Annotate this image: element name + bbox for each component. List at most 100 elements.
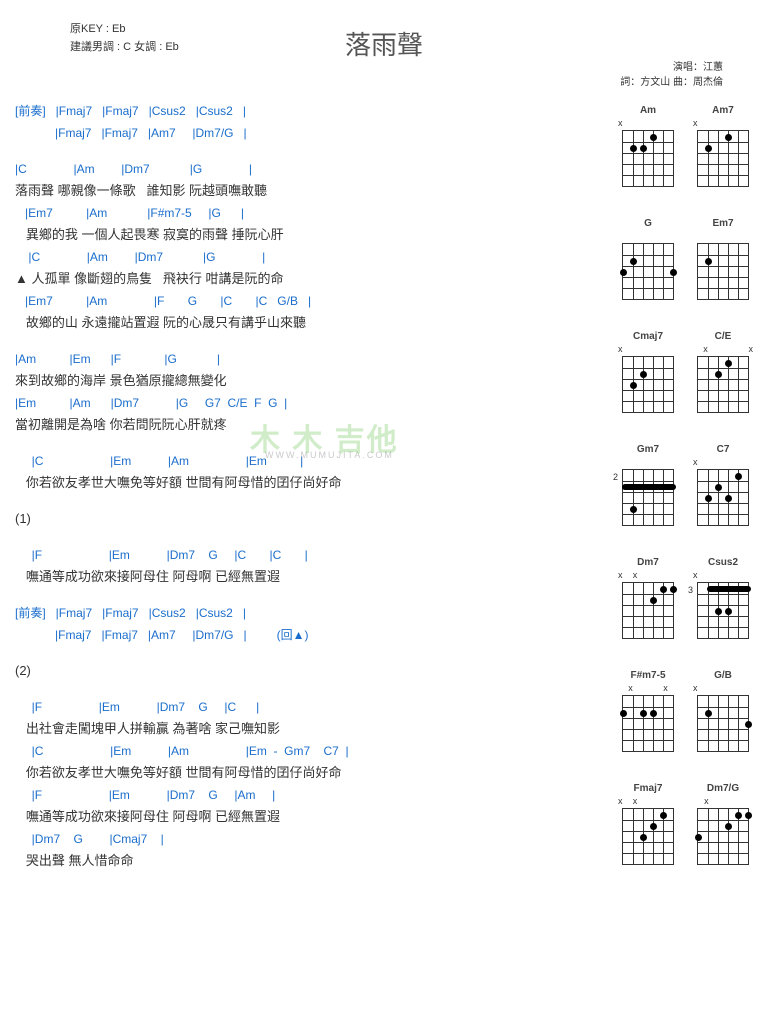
chord-open-marks: x	[693, 570, 753, 582]
chord-diagram-em7: Em7	[693, 218, 753, 321]
chord-line: |Fmaj7 |Fmaj7 |Am7 |Dm7/G | (回▲)	[15, 624, 573, 646]
chord-open-marks: x	[618, 118, 678, 130]
composer: 詞：方文山 曲：周杰倫	[620, 75, 723, 90]
lyric-line: 來到故鄉的海岸 景色猶原攏總無變化	[15, 370, 573, 392]
lyric-line: 出社會走闖塊甲人拼輸贏 為著啥 家己嘸知影	[15, 718, 573, 740]
fretboard	[697, 808, 749, 865]
lyric-line: 你若欲友孝世大嘸免等好額 世間有阿母惜的囝仔尚好命	[15, 472, 573, 494]
chord-diagram-gm7: Gm7 2	[618, 444, 678, 547]
chord-diagram-am: Am x	[618, 105, 678, 208]
chord-open-marks: x	[693, 457, 753, 469]
chord-name: C/E	[693, 331, 753, 342]
fretboard: 2	[622, 469, 674, 526]
lyric-line: 落雨聲 哪親像一條歌 誰知影 阮越頭嘸敢聽	[15, 180, 573, 202]
chord-line: |F |Em |Dm7 G |C |C |	[15, 544, 573, 566]
section-label2: (2)	[15, 660, 573, 682]
lyric-line: 嘸通等成功欲來接阿母住 阿母啊 已經無置遐	[15, 806, 573, 828]
chord-name: Csus2	[693, 557, 753, 568]
chord-diagram-c7: C7 x	[693, 444, 753, 547]
chord-diagram-dm7: Dm7 xx	[618, 557, 678, 660]
section-v1: |C |Am |Dm7 |G |落雨聲 哪親像一條歌 誰知影 阮越頭嘸敢聽 |E…	[15, 158, 573, 334]
chord-open-marks: xx	[693, 344, 753, 356]
fretboard	[622, 356, 674, 413]
section-ch1b: |C |Em |Am |Em | 你若欲友孝世大嘸免等好額 世間有阿母惜的囝仔尚…	[15, 450, 573, 494]
lyric-line: 故鄉的山 永遠攏站置遐 阮的心晟只有講乎山來聽	[15, 312, 573, 334]
chord-name: C7	[693, 444, 753, 455]
chord-diagram-cmaj7: Cmaj7 x	[618, 331, 678, 434]
chord-line: |C |Am |Dm7 |G |	[15, 158, 573, 180]
lyric-line: 異鄉的我 一個人起畏寒 寂寞的雨聲 捶阮心肝	[15, 224, 573, 246]
chord-diagram-csus2: Csus2 x3	[693, 557, 753, 660]
fretboard	[697, 130, 749, 187]
chord-line: [前奏] |Fmaj7 |Fmaj7 |Csus2 |Csus2 |	[15, 602, 573, 624]
chord-line: |Em |Am |Dm7 |G G7 C/E F G |	[15, 392, 573, 414]
lyric-line: (1)	[15, 508, 573, 530]
fretboard	[622, 582, 674, 639]
chord-diagram-dm7/g: Dm7/G x	[693, 783, 753, 886]
chord-open-marks: x	[693, 683, 753, 695]
chord-name: F#m7-5	[618, 670, 678, 681]
chord-line: |Em7 |Am |F G |C |C G/B |	[15, 290, 573, 312]
chord-line: |Em7 |Am |F#m7-5 |G |	[15, 202, 573, 224]
credits: 演唱：江蕙 詞：方文山 曲：周杰倫	[620, 60, 723, 90]
chord-open-marks: xx	[618, 683, 678, 695]
section-ch1c: |F |Em |Dm7 G |C |C | 嘸通等成功欲來接阿母住 阿母啊 已經…	[15, 544, 573, 588]
chord-open-marks: xx	[618, 796, 678, 808]
chord-diagram-am7: Am7 x	[693, 105, 753, 208]
chord-line: |Dm7 G |Cmaj7 |	[15, 828, 573, 850]
lyric-line: 當初離開是為啥 你若問阮阮心肝就疼	[15, 414, 573, 436]
chord-open-marks	[618, 231, 678, 243]
chord-diagram-g/b: G/B x	[693, 670, 753, 773]
chord-open-marks: x	[693, 796, 753, 808]
chord-name: G/B	[693, 670, 753, 681]
chord-diagrams-column: AmxAm7xGEm7Cmaj7xC/ExxGm72C7xDm7xxCsus2x…	[583, 100, 753, 886]
chord-name: Am7	[693, 105, 753, 116]
section-ch1: |Am |Em |F |G |來到故鄉的海岸 景色猶原攏總無變化|Em |Am …	[15, 348, 573, 436]
chord-name: Em7	[693, 218, 753, 229]
chord-name: G	[618, 218, 678, 229]
chord-name: Am	[618, 105, 678, 116]
fretboard	[697, 356, 749, 413]
section-intro2: [前奏] |Fmaj7 |Fmaj7 |Csus2 |Csus2 | |Fmaj…	[15, 602, 573, 646]
chord-open-marks	[618, 457, 678, 469]
fretboard	[622, 130, 674, 187]
chord-name: Dm7	[618, 557, 678, 568]
lyric-line: (2)	[15, 660, 573, 682]
chord-line: |F |Em |Dm7 G |Am |	[15, 784, 573, 806]
fretboard	[622, 695, 674, 752]
chord-diagram-f#m7-5: F#m7-5 xx	[618, 670, 678, 773]
chord-diagram-c/e: C/E xx	[693, 331, 753, 434]
lyric-line: ▲ 人孤單 像斷翅的鳥隻 飛袂行 咁講是阮的命	[15, 268, 573, 290]
chord-open-marks	[693, 231, 753, 243]
chord-name: Fmaj7	[618, 783, 678, 794]
chord-open-marks: xx	[618, 570, 678, 582]
chord-name: Gm7	[618, 444, 678, 455]
section-v2: |F |Em |Dm7 G |C | 出社會走闖塊甲人拼輸贏 為著啥 家己嘸知影…	[15, 696, 573, 872]
fretboard	[622, 243, 674, 300]
lyric-line: 你若欲友孝世大嘸免等好額 世間有阿母惜的囝仔尚好命	[15, 762, 573, 784]
singer: 演唱：江蕙	[620, 60, 723, 75]
chord-open-marks: x	[693, 118, 753, 130]
section-intro1: [前奏] |Fmaj7 |Fmaj7 |Csus2 |Csus2 | |Fmaj…	[15, 100, 573, 144]
chord-line: |Am |Em |F |G |	[15, 348, 573, 370]
fretboard	[622, 808, 674, 865]
chord-line: |C |Am |Dm7 |G |	[15, 246, 573, 268]
chord-diagram-g: G	[618, 218, 678, 321]
chord-name: Cmaj7	[618, 331, 678, 342]
chord-name: Dm7/G	[693, 783, 753, 794]
lyric-line: 哭出聲 無人惜命命	[15, 850, 573, 872]
chord-open-marks: x	[618, 344, 678, 356]
chord-line: [前奏] |Fmaj7 |Fmaj7 |Csus2 |Csus2 |	[15, 100, 573, 122]
lyrics-column: [前奏] |Fmaj7 |Fmaj7 |Csus2 |Csus2 | |Fmaj…	[15, 100, 583, 886]
chord-diagram-fmaj7: Fmaj7 xx	[618, 783, 678, 886]
page-title: 落雨聲	[15, 25, 753, 62]
lyric-line: 嘸通等成功欲來接阿母住 阿母啊 已經無置遐	[15, 566, 573, 588]
chord-line: |F |Em |Dm7 G |C |	[15, 696, 573, 718]
fretboard	[697, 243, 749, 300]
chord-line: |C |Em |Am |Em - Gm7 C7 |	[15, 740, 573, 762]
chord-line: |C |Em |Am |Em |	[15, 450, 573, 472]
section-label1: (1)	[15, 508, 573, 530]
chord-line: |Fmaj7 |Fmaj7 |Am7 |Dm7/G |	[15, 122, 573, 144]
fretboard: 3	[697, 582, 749, 639]
fretboard	[697, 469, 749, 526]
